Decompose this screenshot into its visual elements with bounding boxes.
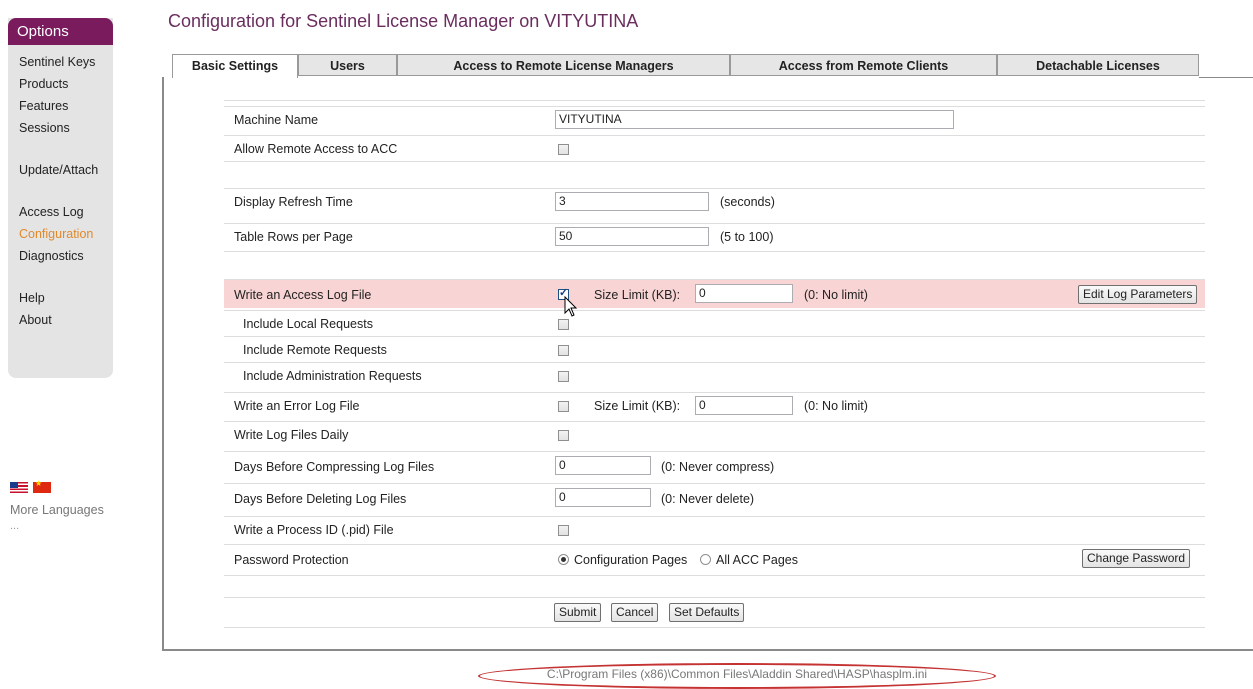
sidebar-item-access-log[interactable]: Access Log: [8, 201, 113, 223]
configuration-pages-radio[interactable]: [558, 554, 569, 565]
include-remote-label: Include Remote Requests: [243, 343, 387, 357]
tab-users[interactable]: Users: [298, 54, 397, 76]
pid-label: Write a Process ID (.pid) File: [234, 523, 394, 537]
access-log-row: Write an Access Log File Size Limit (KB)…: [224, 279, 1205, 308]
delete-row: Days Before Deleting Log Files 0 (0: Nev…: [224, 483, 1205, 513]
sidebar-item-help[interactable]: Help: [8, 287, 113, 309]
password-row: Password Protection Configuration Pages …: [224, 544, 1205, 574]
rows-per-page-field[interactable]: 50: [555, 227, 709, 246]
sidebar-header: Options: [8, 18, 113, 45]
machine-name-row: Machine Name VITYUTINA: [224, 106, 1205, 132]
sidebar-item-features[interactable]: Features: [8, 95, 113, 117]
error-log-size-field[interactable]: 0: [695, 396, 793, 415]
compress-row: Days Before Compressing Log Files 0 (0: …: [224, 451, 1205, 481]
error-log-size-note: (0: No limit): [804, 399, 868, 413]
allow-remote-checkbox[interactable]: [558, 144, 569, 155]
daily-checkbox[interactable]: [558, 430, 569, 441]
access-log-label: Write an Access Log File: [234, 288, 372, 302]
mouse-cursor-icon: [564, 296, 578, 317]
spacer-row: [224, 575, 1205, 597]
include-local-label: Include Local Requests: [243, 317, 373, 331]
all-acc-pages-label: All ACC Pages: [716, 553, 798, 567]
compress-note: (0: Never compress): [661, 460, 775, 474]
access-log-size-note: (0: No limit): [804, 288, 868, 302]
sidebar-item-products[interactable]: Products: [8, 73, 113, 95]
tab-access-from-remote-clients[interactable]: Access from Remote Clients: [730, 54, 997, 76]
sidebar-item-configuration[interactable]: Configuration: [8, 223, 113, 245]
compress-label: Days Before Compressing Log Files: [234, 460, 435, 474]
daily-row: Write Log Files Daily: [224, 421, 1205, 447]
sidebar-item-sessions[interactable]: Sessions: [8, 117, 113, 139]
include-remote-checkbox[interactable]: [558, 345, 569, 356]
tab-bar: Basic Settings Users Access to Remote Li…: [162, 54, 1253, 78]
include-admin-row: Include Administration Requests: [224, 362, 1205, 388]
compress-days-field[interactable]: 0: [555, 456, 651, 475]
refresh-row: Display Refresh Time 3 (seconds): [224, 188, 1205, 214]
include-admin-label: Include Administration Requests: [243, 369, 422, 383]
sidebar-item-about[interactable]: About: [8, 309, 113, 331]
allow-remote-label: Allow Remote Access to ACC: [234, 142, 398, 156]
rows-per-page-label: Table Rows per Page: [234, 230, 353, 244]
cancel-button[interactable]: Cancel: [611, 603, 659, 622]
machine-name-field[interactable]: VITYUTINA: [555, 110, 954, 129]
machine-name-label: Machine Name: [234, 113, 319, 127]
access-log-size-label: Size Limit (KB):: [594, 288, 681, 302]
sidebar-item-diagnostics[interactable]: Diagnostics: [8, 245, 113, 267]
language-flags: [10, 479, 56, 496]
include-local-checkbox[interactable]: [558, 319, 569, 330]
more-languages-link[interactable]: More Languages: [10, 503, 104, 517]
include-local-row: Include Local Requests: [224, 310, 1205, 336]
edit-log-parameters-button[interactable]: Edit Log Parameters: [1078, 285, 1198, 304]
daily-label: Write Log Files Daily: [234, 428, 349, 442]
us-flag-icon[interactable]: [10, 482, 28, 493]
delete-days-field[interactable]: 0: [555, 488, 651, 507]
rows-per-page-unit: (5 to 100): [720, 230, 774, 244]
page-title: Configuration for Sentinel License Manag…: [168, 11, 639, 31]
error-log-label: Write an Error Log File: [234, 399, 360, 413]
form-buttons-row: Submit Cancel Set Defaults: [224, 597, 1205, 628]
pid-row: Write a Process ID (.pid) File: [224, 516, 1205, 542]
refresh-unit: (seconds): [720, 195, 775, 209]
delete-note: (0: Never delete): [661, 492, 755, 506]
access-log-size-field[interactable]: 0: [695, 284, 793, 303]
all-acc-pages-radio[interactable]: [700, 554, 711, 565]
refresh-time-field[interactable]: 3: [555, 192, 709, 211]
configuration-pages-label: Configuration Pages: [574, 553, 688, 567]
rows-per-page-row: Table Rows per Page 50 (5 to 100): [224, 223, 1205, 249]
more-languages-ellipsis: ...: [10, 520, 20, 532]
sidebar-item-update-attach[interactable]: Update/Attach: [8, 159, 113, 181]
change-password-button[interactable]: Change Password: [1082, 549, 1191, 568]
error-log-row: Write an Error Log File Size Limit (KB):…: [224, 392, 1205, 418]
password-label: Password Protection: [234, 553, 349, 567]
delete-label: Days Before Deleting Log Files: [234, 492, 407, 506]
include-admin-checkbox[interactable]: [558, 371, 569, 382]
allow-remote-row: Allow Remote Access to ACC: [224, 135, 1205, 161]
error-log-checkbox[interactable]: [558, 401, 569, 412]
set-defaults-button[interactable]: Set Defaults: [669, 603, 745, 622]
submit-button[interactable]: Submit: [554, 603, 602, 622]
spacer-row: [224, 251, 1205, 277]
include-remote-row: Include Remote Requests: [224, 336, 1205, 362]
china-flag-icon[interactable]: [33, 479, 51, 493]
spacer-row: [224, 161, 1205, 187]
options-sidebar: Options Sentinel Keys Products Features …: [8, 18, 113, 378]
tab-access-to-remote-license-managers[interactable]: Access to Remote License Managers: [397, 54, 730, 76]
error-log-size-label: Size Limit (KB):: [594, 399, 681, 413]
tab-basic-settings[interactable]: Basic Settings: [172, 54, 298, 78]
pid-checkbox[interactable]: [558, 525, 569, 536]
refresh-label: Display Refresh Time: [234, 195, 353, 209]
sidebar-item-sentinel-keys[interactable]: Sentinel Keys: [8, 51, 113, 73]
config-file-path: C:\Program Files (x86)\Common Files\Alad…: [478, 663, 996, 689]
tab-detachable-licenses[interactable]: Detachable Licenses: [997, 54, 1199, 76]
